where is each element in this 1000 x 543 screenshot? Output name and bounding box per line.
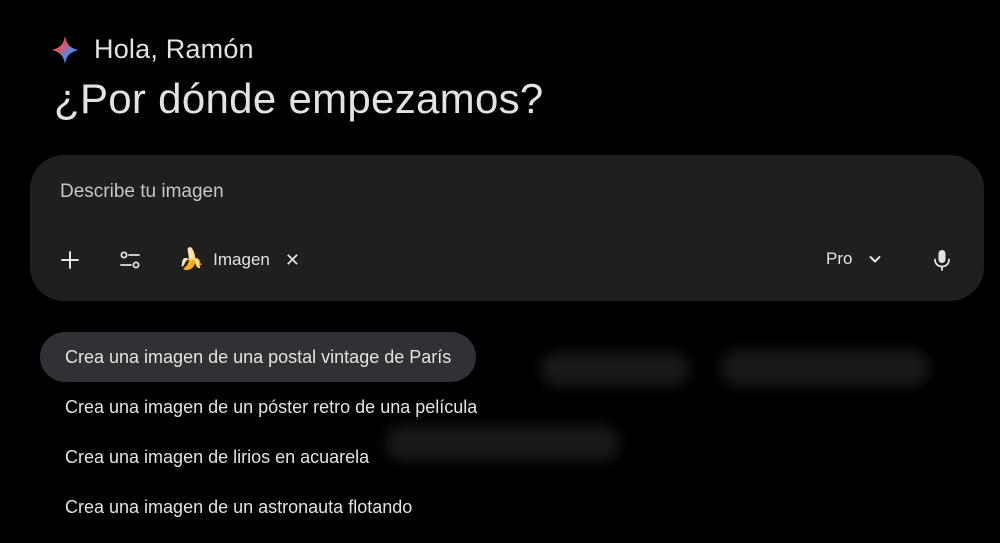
suggestion-item[interactable]: Crea una imagen de lirios en acuarela bbox=[40, 432, 394, 482]
chevron-down-icon bbox=[869, 256, 881, 263]
greeting: Hola, Ramón bbox=[50, 34, 254, 65]
add-button[interactable] bbox=[55, 245, 85, 275]
gemini-home: Hola, Ramón ¿Por dónde empezamos? 🍌 Imag… bbox=[0, 0, 1000, 543]
prompt-input[interactable] bbox=[60, 181, 760, 203]
suggestions-list: Crea una imagen de una postal vintage de… bbox=[40, 332, 600, 532]
chip-close-button[interactable]: ✕ bbox=[285, 250, 300, 271]
image-tool-chip[interactable]: 🍌 Imagen ✕ bbox=[178, 244, 300, 276]
chip-label: Imagen bbox=[213, 250, 270, 269]
suggestion-item[interactable]: Crea una imagen de un póster retro de un… bbox=[40, 382, 502, 432]
prompt-box: 🍌 Imagen ✕ Pro bbox=[30, 155, 984, 301]
banana-icon: 🍌 bbox=[178, 248, 205, 271]
model-label: Pro bbox=[826, 249, 853, 268]
page-title: ¿Por dónde empezamos? bbox=[54, 75, 544, 122]
sliders-icon bbox=[120, 251, 140, 269]
greeting-text: Hola, Ramón bbox=[94, 34, 254, 64]
blurred-shape bbox=[720, 350, 930, 386]
plus-icon bbox=[61, 251, 79, 269]
suggestion-item[interactable]: Crea una imagen de un astronauta flotand… bbox=[40, 482, 437, 532]
tools-button[interactable] bbox=[115, 245, 145, 275]
model-selector[interactable]: Pro bbox=[826, 243, 882, 275]
suggestion-item[interactable]: Crea una imagen de una postal vintage de… bbox=[40, 332, 477, 382]
microphone-button[interactable] bbox=[927, 245, 957, 275]
microphone-icon bbox=[934, 250, 950, 271]
gemini-sparkle-icon bbox=[51, 35, 79, 64]
